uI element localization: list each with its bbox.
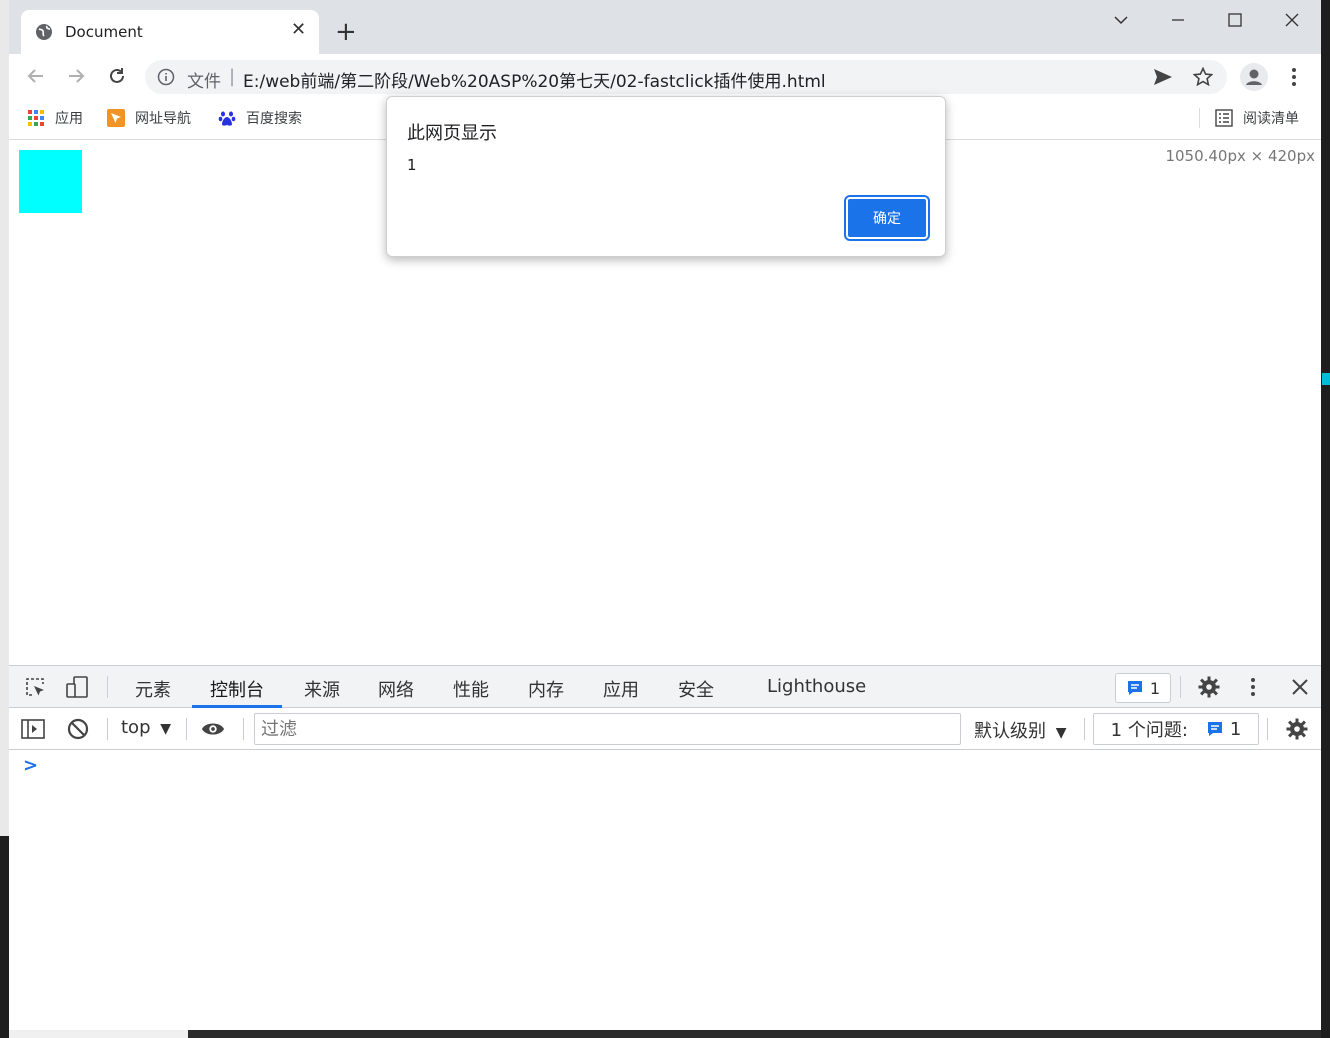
reload-icon[interactable] bbox=[105, 64, 129, 88]
tab-lighthouse[interactable]: Lighthouse bbox=[767, 666, 866, 708]
reading-list-label: 阅读清单 bbox=[1243, 111, 1299, 127]
bookmarks-divider bbox=[1199, 108, 1200, 128]
console-prompt[interactable]: > bbox=[23, 755, 38, 776]
info-icon[interactable] bbox=[157, 68, 175, 86]
viewport-size-readout: 1050.40px × 420px bbox=[1165, 147, 1315, 165]
clear-console-icon[interactable] bbox=[66, 717, 90, 741]
new-tab-icon[interactable]: + bbox=[335, 18, 357, 46]
tab-title: Document bbox=[65, 23, 143, 41]
toolbar-divider bbox=[107, 718, 108, 740]
url-text[interactable]: E:/web前端/第二阶段/Web%20ASP%20第七天/02-fastcli… bbox=[243, 67, 826, 92]
context-value: top bbox=[121, 717, 151, 738]
browser-window: Document ✕ + 文件 | E:/web前端/第二阶段/Web%20AS… bbox=[9, 0, 1321, 1030]
menu-icon[interactable] bbox=[1283, 65, 1305, 89]
close-devtools-icon[interactable] bbox=[1288, 675, 1312, 699]
toolbar-divider bbox=[1267, 718, 1268, 740]
browser-tab[interactable]: Document ✕ bbox=[21, 10, 319, 54]
log-level-value: 默认级别 bbox=[974, 721, 1046, 742]
toolbar-divider bbox=[1084, 718, 1085, 740]
apps-grid-icon bbox=[28, 110, 44, 126]
ok-button[interactable]: 确定 bbox=[844, 195, 930, 241]
log-level-select[interactable]: 默认级别 ▼ bbox=[974, 717, 1067, 743]
issues-count-label: 1 个问题: bbox=[1110, 720, 1188, 741]
background-taskbar bbox=[188, 1030, 1321, 1038]
tab-console[interactable]: 控制台 bbox=[192, 666, 282, 708]
devtools-tab-bar: 元素 控制台 来源 网络 性能 内存 应用 安全 Lighthouse 1 bbox=[9, 666, 1321, 708]
tab-search-icon[interactable] bbox=[1107, 6, 1135, 34]
back-icon[interactable] bbox=[24, 64, 48, 88]
send-icon[interactable] bbox=[1152, 66, 1174, 88]
maximize-icon[interactable] bbox=[1221, 6, 1249, 34]
nav-arrow-icon bbox=[107, 109, 125, 127]
bookmark-apps[interactable]: 应用 bbox=[27, 108, 83, 128]
cyan-box[interactable] bbox=[19, 150, 82, 213]
url-scheme-label: 文件 bbox=[187, 72, 221, 92]
console-filter-input[interactable] bbox=[254, 713, 961, 745]
message-icon bbox=[1207, 722, 1222, 736]
inspect-element-icon[interactable] bbox=[23, 675, 47, 699]
issues-count-value: 1 bbox=[1229, 718, 1242, 740]
issues-badge-count: 1 bbox=[1149, 678, 1161, 698]
close-window-icon[interactable] bbox=[1278, 6, 1306, 34]
star-icon[interactable] bbox=[1192, 66, 1214, 88]
background-window-left bbox=[0, 0, 9, 1038]
background-highlight bbox=[1322, 373, 1330, 385]
dialog-title: 此网页显示 bbox=[407, 123, 497, 144]
minimize-icon[interactable] bbox=[1164, 6, 1192, 34]
devtools-panel: 元素 控制台 来源 网络 性能 内存 应用 安全 Lighthouse 1 to… bbox=[9, 665, 1321, 1030]
background-dark-area bbox=[0, 836, 9, 1038]
toolbar-divider bbox=[243, 718, 244, 740]
background-window-right bbox=[1321, 0, 1330, 1038]
tab-memory[interactable]: 内存 bbox=[528, 666, 564, 708]
console-filter-bar: top ▼ 默认级别 ▼ 1 个问题: 1 bbox=[9, 708, 1321, 750]
bookmark-label: 应用 bbox=[55, 111, 83, 127]
toolbar-divider bbox=[186, 718, 187, 740]
chevron-down-icon: ▼ bbox=[1055, 725, 1067, 741]
bookmark-nav[interactable]: 网址导航 bbox=[107, 108, 191, 128]
eye-icon[interactable] bbox=[201, 717, 225, 741]
console-settings-gear-icon[interactable] bbox=[1285, 717, 1309, 741]
bookmark-baidu[interactable]: 百度搜索 bbox=[218, 108, 302, 128]
profile-avatar-icon[interactable] bbox=[1240, 63, 1268, 91]
context-select[interactable]: top ▼ bbox=[121, 717, 171, 738]
tab-security[interactable]: 安全 bbox=[678, 666, 714, 708]
chevron-down-icon: ▼ bbox=[160, 721, 172, 737]
device-toolbar-icon[interactable] bbox=[65, 675, 89, 699]
tab-sources[interactable]: 来源 bbox=[304, 666, 340, 708]
address-bar[interactable]: 文件 | E:/web前端/第二阶段/Web%20ASP%20第七天/02-fa… bbox=[145, 60, 1227, 94]
sidebar-toggle-icon[interactable] bbox=[21, 717, 45, 741]
close-tab-icon[interactable]: ✕ bbox=[291, 19, 306, 40]
dialog-message: 1 bbox=[407, 156, 417, 174]
tab-elements[interactable]: 元素 bbox=[135, 666, 171, 708]
baidu-paw-icon bbox=[218, 111, 236, 126]
issues-badge[interactable]: 1 bbox=[1115, 673, 1171, 703]
tab-application[interactable]: 应用 bbox=[603, 666, 639, 708]
issues-count-button[interactable]: 1 个问题: 1 bbox=[1093, 713, 1259, 745]
url-separator: | bbox=[229, 66, 236, 87]
settings-gear-icon[interactable] bbox=[1197, 675, 1221, 699]
tab-performance[interactable]: 性能 bbox=[453, 666, 489, 708]
browser-toolbar: 文件 | E:/web前端/第二阶段/Web%20ASP%20第七天/02-fa… bbox=[9, 54, 1321, 98]
toolbar-divider bbox=[1180, 676, 1181, 698]
tab-network[interactable]: 网络 bbox=[378, 666, 414, 708]
bookmark-label: 百度搜索 bbox=[246, 111, 302, 127]
reading-list-icon bbox=[1215, 109, 1233, 127]
bookmark-label: 网址导航 bbox=[135, 111, 191, 127]
globe-icon bbox=[36, 24, 52, 40]
tab-strip: Document ✕ + bbox=[9, 0, 1321, 54]
reading-list[interactable]: 阅读清单 bbox=[1215, 108, 1299, 128]
alert-dialog: 此网页显示 1 确定 bbox=[386, 96, 946, 257]
message-icon bbox=[1127, 681, 1142, 695]
toolbar-divider bbox=[107, 676, 108, 698]
more-options-icon[interactable] bbox=[1241, 675, 1265, 699]
forward-icon[interactable] bbox=[64, 64, 88, 88]
